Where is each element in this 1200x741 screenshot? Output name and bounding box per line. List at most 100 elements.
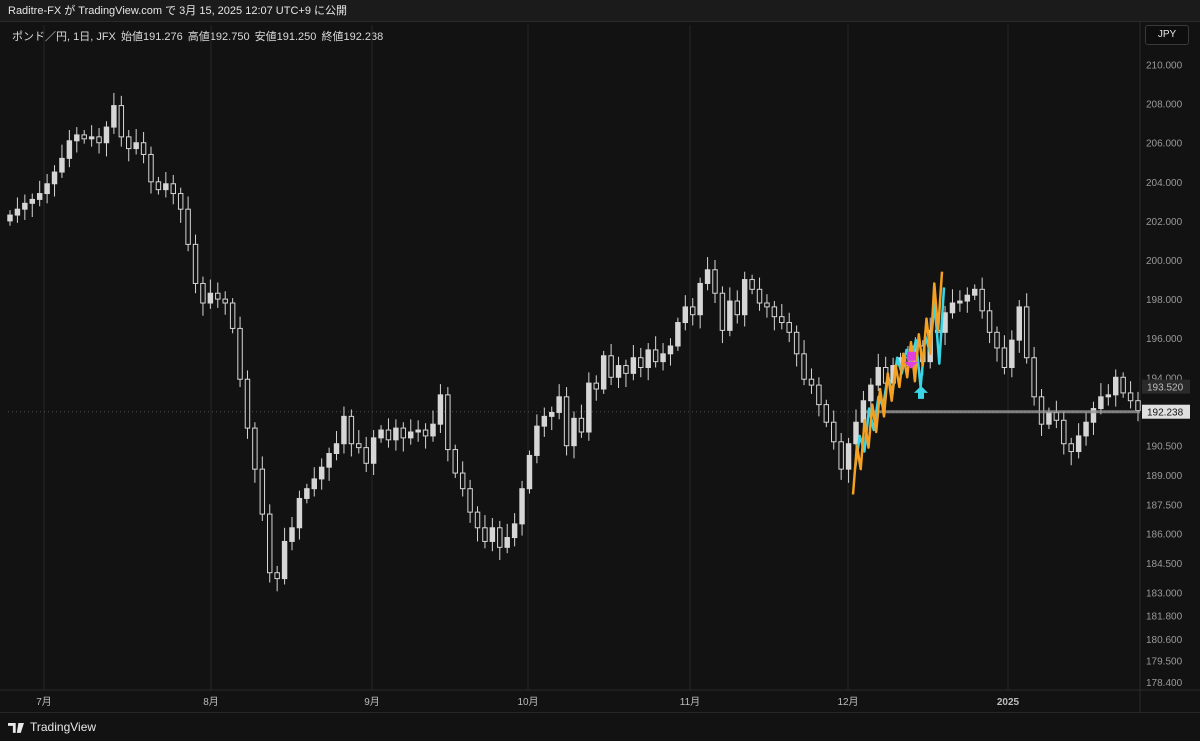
candle-body xyxy=(326,453,332,468)
candle-body xyxy=(200,282,206,304)
price-tick-label: 204.000 xyxy=(1146,178,1183,189)
candle-body xyxy=(415,429,421,433)
candle-body xyxy=(675,322,681,347)
candle-body xyxy=(1113,376,1119,396)
buy-arrow-icon xyxy=(914,385,928,399)
candle-body xyxy=(697,282,703,316)
price-tick-label: 184.500 xyxy=(1146,559,1183,570)
candle-body xyxy=(779,316,785,324)
brand-label: TradingView xyxy=(30,720,97,734)
candle-body xyxy=(816,384,822,406)
time-tick-label: 10月 xyxy=(517,696,538,708)
candle-body xyxy=(1068,443,1074,453)
candle-body xyxy=(623,365,629,374)
time-tick-label: 11月 xyxy=(680,696,700,708)
candle-body xyxy=(615,365,622,378)
candle-body xyxy=(652,349,659,363)
candle-body xyxy=(526,454,533,490)
candle-body xyxy=(712,269,718,294)
candle-body xyxy=(22,202,28,210)
candle-body xyxy=(600,355,607,390)
candle-body xyxy=(51,171,58,185)
candle-body xyxy=(281,540,288,580)
candle-body xyxy=(430,423,436,437)
candle-body xyxy=(207,292,214,304)
candle-body xyxy=(1083,421,1089,437)
candle-body xyxy=(831,421,837,443)
candle-body xyxy=(36,193,43,200)
price-tick-label: 187.500 xyxy=(1146,500,1183,511)
candle-body xyxy=(244,378,251,429)
price-tick-label: 196.000 xyxy=(1146,334,1183,345)
candle-body xyxy=(630,357,637,374)
footer-brand: TradingView xyxy=(0,712,1200,740)
candle-body xyxy=(474,511,481,529)
candle-body xyxy=(749,279,755,290)
candle-body xyxy=(808,378,815,386)
candle-body xyxy=(593,382,599,390)
candle-body xyxy=(356,443,362,449)
tradingview-logo-icon-part xyxy=(16,722,24,733)
candle-body xyxy=(467,488,473,513)
candle-body xyxy=(341,415,347,445)
candle-body xyxy=(348,415,355,445)
candle-body xyxy=(875,367,881,386)
candle-body xyxy=(459,472,466,490)
candle-body xyxy=(370,437,377,464)
candle-body xyxy=(964,294,971,302)
price-tick-label: 210.000 xyxy=(1146,61,1183,72)
candle-body xyxy=(511,523,518,539)
candle-body xyxy=(185,208,191,245)
candle-body xyxy=(7,214,13,222)
candle-body xyxy=(519,488,525,525)
candle-body xyxy=(1031,357,1037,398)
price-chart[interactable]: 210.000 208.000 206.000 204.000 202.000 200.0… xyxy=(0,0,1200,712)
candle-body xyxy=(1075,435,1082,453)
price-tick-label: 183.000 xyxy=(1146,588,1183,599)
candle-body xyxy=(497,527,503,548)
candle-body xyxy=(949,302,956,314)
candle-body xyxy=(972,288,978,296)
candle-body xyxy=(304,488,310,499)
candle-body xyxy=(1127,392,1134,402)
candle-body xyxy=(957,300,963,304)
candle-body xyxy=(727,300,733,331)
candle-body xyxy=(541,415,548,427)
candle-body xyxy=(638,357,644,368)
candle-body xyxy=(1053,411,1060,421)
candle-body xyxy=(311,478,317,490)
price-tick-label: 208.000 xyxy=(1146,100,1183,111)
candle-body xyxy=(645,349,651,368)
candle-body xyxy=(1023,306,1030,359)
candle-body xyxy=(741,279,748,316)
candle-body xyxy=(29,198,35,204)
candle-body xyxy=(408,431,414,439)
candle-body xyxy=(1098,396,1104,410)
candle-body xyxy=(14,208,21,216)
time-tick-label: 12月 xyxy=(837,696,858,708)
candle-body xyxy=(59,157,65,173)
candle-body xyxy=(155,181,162,191)
candle-body xyxy=(556,396,562,413)
candle-body xyxy=(986,310,993,333)
price-tick-label: 198.000 xyxy=(1146,295,1183,306)
candle-body xyxy=(801,353,807,380)
candle-body xyxy=(578,417,585,433)
candle-body xyxy=(608,355,614,378)
candle-body xyxy=(103,126,110,144)
candle-body xyxy=(177,193,184,210)
candle-body xyxy=(192,243,199,284)
candle-body xyxy=(1009,339,1015,368)
candle-body xyxy=(586,382,592,433)
candle-body xyxy=(571,417,577,447)
candle-body xyxy=(163,183,169,191)
candle-body xyxy=(1001,347,1008,369)
candle-body xyxy=(868,384,874,402)
candle-body xyxy=(111,105,117,128)
candle-body xyxy=(734,300,740,316)
indicator-orange-line xyxy=(851,271,944,495)
candle-body xyxy=(170,183,176,195)
candle-body xyxy=(126,136,132,150)
candle-body xyxy=(549,411,555,417)
marker-price-label: 193.520 xyxy=(1147,383,1184,394)
